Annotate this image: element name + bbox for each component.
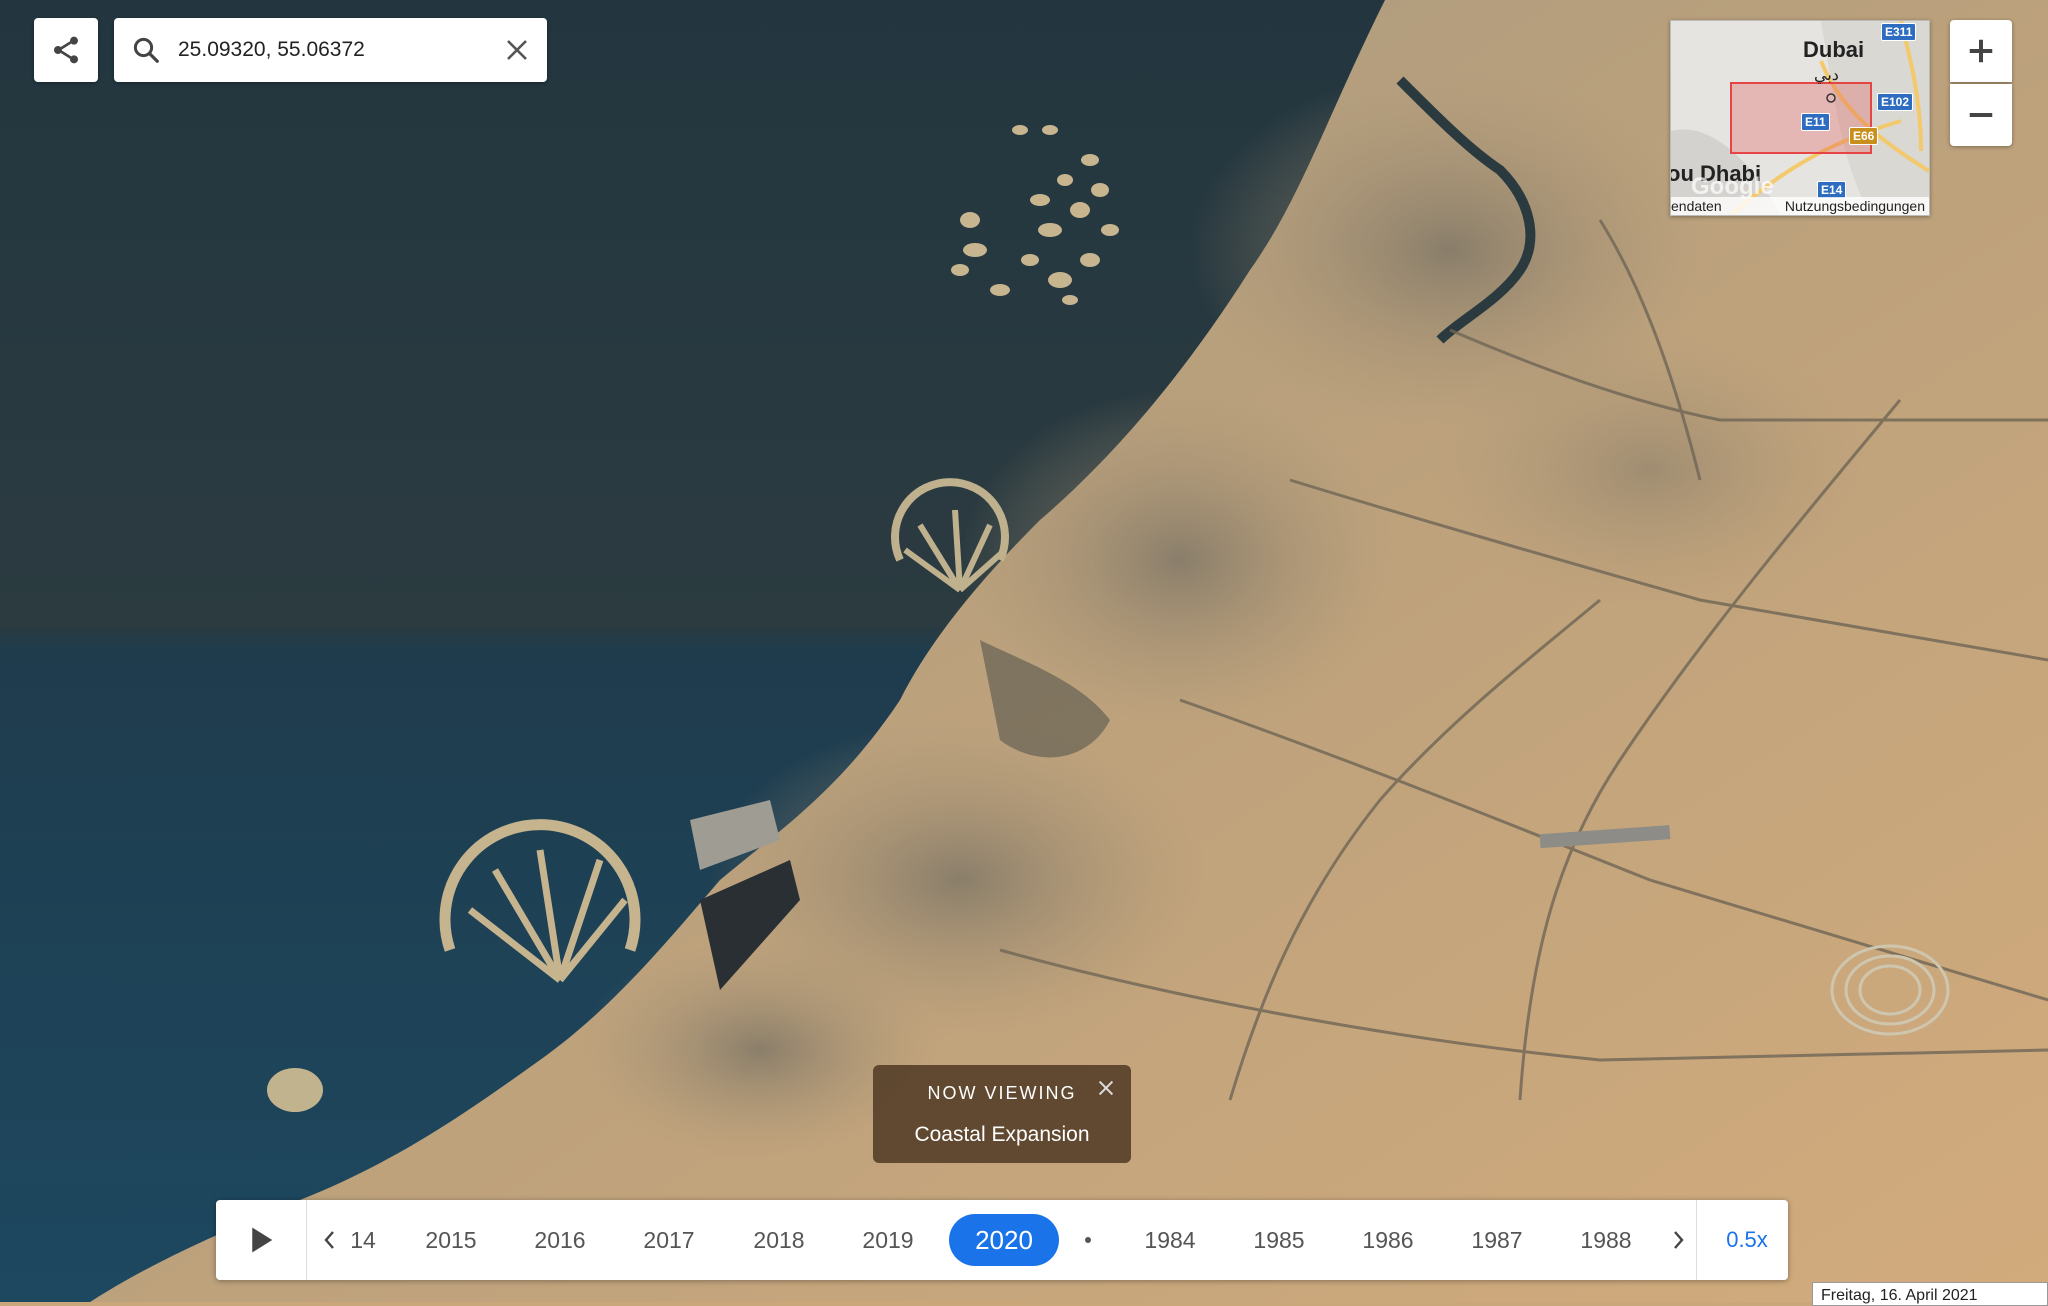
chevron-left-icon bbox=[324, 1231, 334, 1249]
search-icon[interactable] bbox=[114, 18, 178, 82]
timeline-year[interactable]: 2015 bbox=[416, 1200, 486, 1280]
highway-shield: E311 bbox=[1881, 23, 1917, 41]
divider bbox=[306, 1200, 307, 1280]
minimap-city-dubai: Dubai bbox=[1803, 37, 1865, 62]
highway-shield: E66 bbox=[1849, 127, 1879, 145]
map-data-link[interactable]: endaten bbox=[1671, 198, 1722, 214]
now-viewing-toast: NOW VIEWING Coastal Expansion bbox=[873, 1065, 1131, 1163]
plus-icon bbox=[1969, 39, 1993, 63]
clear-search-button[interactable] bbox=[487, 18, 547, 82]
highway-shield: E11 bbox=[1801, 113, 1830, 131]
timeline-year[interactable]: 1988 bbox=[1571, 1200, 1641, 1280]
timeline-year[interactable]: 1985 bbox=[1244, 1200, 1314, 1280]
chevron-right-icon bbox=[1674, 1231, 1684, 1249]
imagery-date: Freitag, 16. April 2021 bbox=[1812, 1282, 2048, 1306]
timeline-year[interactable]: 2018 bbox=[744, 1200, 814, 1280]
close-icon bbox=[507, 40, 527, 60]
minimap[interactable]: Dubai دبي ou Dhabi Google E311 E102 E11 … bbox=[1670, 20, 1930, 216]
play-button[interactable] bbox=[216, 1200, 306, 1280]
timeline-year[interactable]: 2017 bbox=[634, 1200, 704, 1280]
timeline-year[interactable]: 14 bbox=[338, 1200, 388, 1280]
timeline-year[interactable]: 1984 bbox=[1135, 1200, 1205, 1280]
share-icon bbox=[54, 36, 78, 64]
minimap-footer: endaten Nutzungsbedingungen bbox=[1671, 197, 1929, 215]
divider bbox=[1696, 1200, 1697, 1280]
timeline-year-active[interactable]: 2020 bbox=[949, 1214, 1059, 1266]
toast-close-button[interactable] bbox=[1095, 1077, 1117, 1099]
timeline-bar: 14 2015 2016 2017 2018 2019 2020 1984 19… bbox=[216, 1200, 1788, 1280]
playback-speed-button[interactable]: 0.5x bbox=[1706, 1200, 1788, 1280]
timeline-next-button[interactable] bbox=[1664, 1220, 1694, 1260]
zoom-out-button[interactable] bbox=[1950, 84, 2012, 146]
terms-link[interactable]: Nutzungsbedingungen bbox=[1785, 198, 1925, 214]
now-viewing-title: Coastal Expansion bbox=[914, 1123, 1090, 1146]
play-icon bbox=[252, 1227, 273, 1253]
now-viewing-label: NOW VIEWING bbox=[927, 1083, 1077, 1103]
timeline-year[interactable]: 1987 bbox=[1462, 1200, 1532, 1280]
timeline-year[interactable]: 2019 bbox=[853, 1200, 923, 1280]
zoom-in-button[interactable] bbox=[1950, 20, 2012, 82]
share-button[interactable] bbox=[34, 18, 98, 82]
minus-icon bbox=[1969, 113, 1993, 117]
search-input[interactable] bbox=[178, 38, 487, 62]
timeline-year[interactable]: 2016 bbox=[525, 1200, 595, 1280]
highway-shield: E102 bbox=[1877, 93, 1914, 111]
timeline-gap-dot bbox=[1085, 1237, 1091, 1243]
timeline-year[interactable]: 1986 bbox=[1353, 1200, 1423, 1280]
close-icon bbox=[1098, 1080, 1114, 1096]
minimap-city-arabic: دبي bbox=[1814, 67, 1839, 84]
search-box bbox=[114, 18, 547, 82]
